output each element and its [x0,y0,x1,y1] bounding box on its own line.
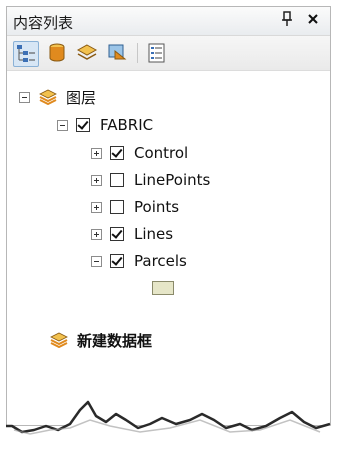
layer-item-control[interactable]: Control [91,143,188,163]
layer-label: LinePoints [134,171,211,189]
list-by-drawing-order-button[interactable] [13,41,39,67]
collapse-icon[interactable] [57,119,68,131]
visibility-checkbox[interactable] [110,200,124,214]
list-by-selection-icon [108,44,127,60]
collapse-icon[interactable] [19,91,30,103]
list-by-source-button[interactable] [45,41,69,65]
layer-item-points[interactable]: Points [91,197,179,217]
group-label: FABRIC [100,116,154,134]
tree-root-label: 图层 [66,88,97,107]
layers-icon [39,89,57,105]
expand-icon[interactable] [91,174,102,186]
layer-label: Points [134,198,180,216]
expand-icon[interactable] [91,147,102,159]
visibility-checkbox[interactable] [76,118,90,132]
visibility-checkbox[interactable] [110,254,124,268]
visibility-checkbox[interactable] [110,173,124,187]
list-by-visibility-button[interactable] [75,41,99,65]
new-data-frame-label: 新建数据框 [77,331,153,350]
close-icon[interactable] [304,11,322,29]
list-by-source-icon [49,43,65,62]
pin-icon[interactable] [278,11,296,29]
expand-icon[interactable] [91,201,102,213]
layer-item-lines[interactable]: Lines [91,224,173,244]
parcels-symbol-swatch[interactable] [152,281,174,295]
layers-icon [50,332,68,348]
tree-new-data-frame[interactable]: 新建数据框 [49,330,152,350]
collapse-icon[interactable] [91,255,102,267]
panel-title: 内容列表 [13,14,74,32]
tree-root-layers[interactable]: 图层 [19,87,96,107]
options-icon [148,43,165,63]
visibility-checkbox[interactable] [110,146,124,160]
table-of-contents-panel: 内容列表 图层 FABRIC Control LinePoints Points… [6,6,331,426]
panel-title-bar[interactable]: 内容列表 [7,7,330,36]
toolbar-separator [137,43,138,63]
layer-label: Lines [134,225,174,243]
toc-toolbar [7,36,330,71]
list-by-drawing-order-icon [17,45,35,62]
layer-label: Control [134,144,189,162]
visibility-checkbox[interactable] [110,227,124,241]
list-by-visibility-icon [76,44,98,60]
layer-item-linepoints[interactable]: LinePoints [91,170,210,190]
layer-tree: 图层 FABRIC Control LinePoints Points Line… [7,71,330,425]
expand-icon[interactable] [91,228,102,240]
list-by-selection-button[interactable] [105,41,129,65]
layer-label: Parcels [134,252,187,270]
options-button[interactable] [145,41,169,65]
layer-item-parcels[interactable]: Parcels [91,251,187,271]
tree-group-fabric[interactable]: FABRIC [57,115,153,135]
